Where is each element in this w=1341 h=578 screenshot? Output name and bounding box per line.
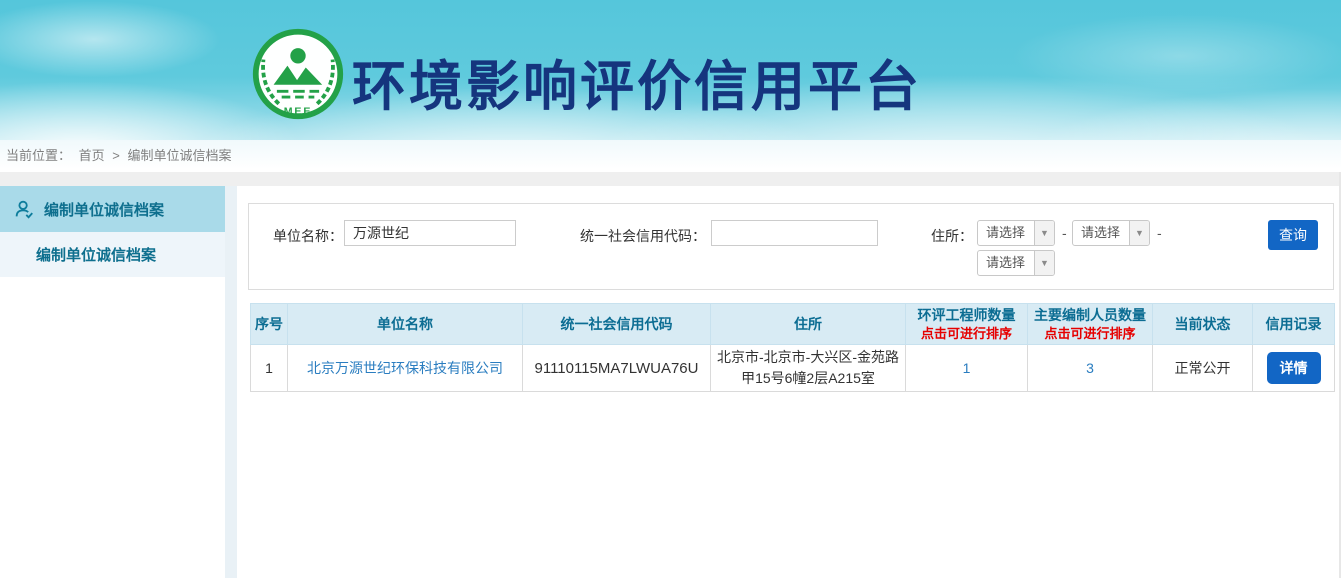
address-label: 住所： [931,226,973,246]
breadcrumb-home-link[interactable]: 首页 [79,148,105,163]
col-header-address: 住所 [711,304,906,345]
sort-hint: 点击可进行排序 [906,325,1027,343]
chevron-down-icon: ▼ [1034,221,1054,245]
col-header-unit-name: 单位名称 [288,304,523,345]
breadcrumb: 当前位置： 首页 > 编制单位诚信档案 [0,140,1341,172]
svg-text:MEE: MEE [284,105,313,117]
col-header-credit-code: 统一社会信用代码 [523,304,711,345]
address-dash-2: - [1157,225,1162,241]
sort-hint: 点击可进行排序 [1028,325,1152,343]
chevron-down-icon: ▼ [1129,221,1149,245]
content-area: 编制单位诚信档案 编制单位诚信档案 单位名称： 统一社会信用代码： 住所： 请选… [0,186,1341,578]
col-header-credit-record: 信用记录 [1253,304,1335,345]
person-check-icon [13,198,35,220]
address-line-1: 北京市-北京市-大兴区-金苑路 [715,347,901,368]
table-row: 1 北京万源世纪环保科技有限公司 91110115MA7LWUA76U 北京市-… [251,345,1335,392]
staff-count-link[interactable]: 3 [1086,360,1094,376]
address-dash-1: - [1062,225,1067,241]
chevron-down-icon: ▼ [1034,251,1054,275]
unit-name-label: 单位名称： [273,226,343,246]
divider-strip [0,172,1341,186]
col-header-index: 序号 [251,304,288,345]
table-header-row: 序号 单位名称 统一社会信用代码 住所 环评工程师数量 点击可进行排序 主要编制… [251,304,1335,345]
sidebar-subitem-label: 编制单位诚信档案 [36,244,156,265]
sidebar-subitem-credit-archive[interactable]: 编制单位诚信档案 [0,232,225,277]
detail-button[interactable]: 详情 [1267,352,1321,384]
cell-index: 1 [251,345,288,392]
engineer-count-link[interactable]: 1 [963,360,971,376]
search-panel: 单位名称： 统一社会信用代码： 住所： 请选择 ▼ - 请选择 ▼ - 请选择 … [248,203,1334,290]
main-panel: 单位名称： 统一社会信用代码： 住所： 请选择 ▼ - 请选择 ▼ - 请选择 … [237,186,1341,578]
city-select[interactable]: 请选择 ▼ [1072,220,1150,246]
credit-code-label: 统一社会信用代码： [580,226,706,246]
staff-count-title: 主要编制人员数量 [1028,306,1152,325]
site-title: 环境影响评价信用平台 [352,42,922,121]
province-select-value: 请选择 [978,221,1034,245]
cell-address: 北京市-北京市-大兴区-金苑路 甲15号6幢2层A215室 [711,345,906,392]
unit-name-input[interactable] [344,220,516,246]
sidebar-item-credit-archive[interactable]: 编制单位诚信档案 [0,186,225,232]
col-header-status: 当前状态 [1153,304,1253,345]
district-select-value: 请选择 [978,251,1034,275]
cell-status: 正常公开 [1153,345,1253,392]
province-select[interactable]: 请选择 ▼ [977,220,1055,246]
breadcrumb-label: 当前位置： [6,148,71,163]
sidebar: 编制单位诚信档案 编制单位诚信档案 [0,186,225,578]
engineer-count-title: 环评工程师数量 [906,306,1027,325]
city-select-value: 请选择 [1073,221,1129,245]
unit-name-link[interactable]: 北京万源世纪环保科技有限公司 [307,360,503,376]
col-header-staff-count-sortable[interactable]: 主要编制人员数量 点击可进行排序 [1028,304,1153,345]
page: MEE 环境影响评价信用平台 当前位置： 首页 > 编制单位诚信档案 编制单位诚… [0,0,1341,578]
results-table: 序号 单位名称 统一社会信用代码 住所 环评工程师数量 点击可进行排序 主要编制… [250,303,1335,392]
breadcrumb-current: 编制单位诚信档案 [128,148,232,163]
cell-credit-code: 91110115MA7LWUA76U [523,345,711,392]
breadcrumb-separator: > [112,148,120,163]
sidebar-divider [225,186,237,578]
col-header-engineer-count-sortable[interactable]: 环评工程师数量 点击可进行排序 [906,304,1028,345]
sidebar-item-label: 编制单位诚信档案 [44,199,164,220]
district-select[interactable]: 请选择 ▼ [977,250,1055,276]
address-line-2: 甲15号6幢2层A215室 [715,368,901,389]
mee-logo-icon: MEE [250,26,346,122]
query-button[interactable]: 查询 [1268,220,1318,250]
site-header: MEE 环境影响评价信用平台 [0,0,1341,140]
credit-code-input[interactable] [711,220,878,246]
